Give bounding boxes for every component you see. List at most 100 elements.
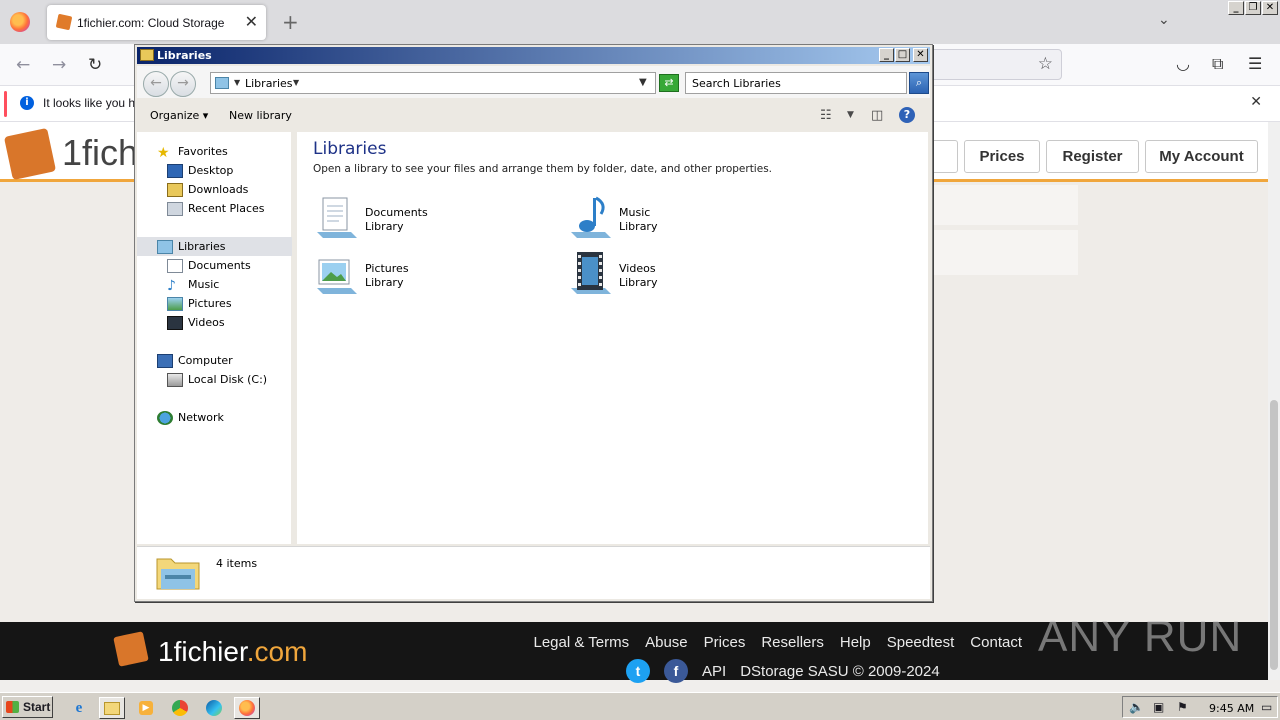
preview-pane-icon[interactable]: ◫ [871, 108, 883, 123]
library-videos[interactable]: Videos Library [567, 250, 767, 302]
media-player-icon: ▶ [139, 701, 153, 715]
network-tray-icon[interactable]: ▣ [1153, 700, 1164, 714]
window-title: Libraries [157, 49, 212, 62]
start-button[interactable]: Start [2, 696, 53, 718]
content-pane: Libraries Open a library to see your fil… [297, 132, 928, 544]
nav-pictures[interactable]: Pictures [167, 294, 232, 313]
internet-explorer-icon: e [75, 699, 83, 716]
nav-computer[interactable]: Computer [157, 351, 233, 370]
footer-link-api[interactable]: API [702, 663, 726, 680]
address-history-dropdown-icon[interactable]: ▼ [639, 77, 647, 88]
nav-videos[interactable]: Videos [167, 313, 225, 332]
my-account-button[interactable]: My Account [1145, 140, 1258, 173]
footer-link-contact[interactable]: Contact [970, 634, 1022, 651]
footer-link-help[interactable]: Help [840, 634, 871, 651]
header-partial-button[interactable] [930, 140, 958, 173]
volume-icon[interactable]: 🔈 [1129, 700, 1144, 714]
browser-tab-bar: 1fichier.com: Cloud Storage ✕ + ⌄ _ ❐ ✕ [0, 0, 1280, 44]
library-music[interactable]: Music Library [567, 194, 767, 246]
nav-music[interactable]: ♪ Music [167, 275, 219, 294]
show-desktop-icon[interactable]: ▭ [1261, 700, 1272, 714]
explorer-back-button[interactable]: ← [143, 71, 169, 97]
search-placeholder: Search Libraries [692, 77, 781, 90]
taskbar-media-player-button[interactable]: ▶ [133, 697, 159, 719]
browser-close-button[interactable]: ✕ [1262, 1, 1278, 15]
library-type: Library [365, 276, 404, 289]
nav-local-disk[interactable]: Local Disk (C:) [167, 370, 267, 389]
notification-text: It looks like you ha [43, 96, 142, 110]
pocket-icon[interactable]: ◡ [1176, 54, 1190, 73]
nav-label: Recent Places [188, 202, 265, 215]
facebook-icon[interactable]: f [664, 659, 688, 683]
bookmark-star-icon[interactable]: ☆ [1038, 54, 1053, 74]
library-type: Library [619, 220, 658, 233]
menu-hamburger-icon[interactable]: ☰ [1248, 54, 1262, 73]
site-logo-text[interactable]: 1fich [62, 132, 138, 174]
nav-desktop[interactable]: Desktop [167, 161, 233, 180]
new-tab-icon[interactable]: + [282, 10, 299, 34]
help-icon[interactable]: ? [899, 107, 915, 123]
search-button[interactable]: ⌕ [909, 72, 929, 94]
page-scrollbar-thumb[interactable] [1270, 400, 1278, 670]
libraries-folder-large-icon [156, 558, 200, 590]
nav-label: Pictures [188, 297, 232, 310]
content-panel [930, 230, 1078, 275]
footer-logo-main: 1fichier [158, 636, 247, 667]
address-breadcrumb[interactable]: Libraries [245, 77, 293, 90]
address-bar[interactable]: ▼ Libraries ▼ ▼ [210, 72, 656, 94]
browser-minimize-button[interactable]: _ [1228, 1, 1244, 15]
site-favicon-icon [55, 13, 73, 31]
view-options-dropdown-icon[interactable]: ▼ [847, 110, 854, 120]
extensions-icon[interactable]: ⧉ [1212, 54, 1223, 74]
change-view-icon[interactable]: ☷ [820, 108, 832, 123]
nav-network[interactable]: Network [157, 408, 224, 427]
window-minimize-button[interactable]: _ [879, 48, 894, 62]
back-arrow-icon[interactable]: ← [16, 55, 30, 75]
taskbar-chrome-button[interactable] [167, 697, 193, 719]
footer-link-speedtest[interactable]: Speedtest [887, 634, 955, 651]
action-center-flag-icon[interactable]: ⚑ [1177, 700, 1188, 714]
register-button[interactable]: Register [1046, 140, 1139, 173]
footer-link-abuse[interactable]: Abuse [645, 634, 688, 651]
explorer-forward-button[interactable]: → [170, 71, 196, 97]
footer-link-legal[interactable]: Legal & Terms [534, 634, 630, 651]
nav-favorites[interactable]: ★ Favorites [157, 142, 228, 161]
site-logo-icon[interactable] [3, 127, 57, 181]
nav-libraries[interactable]: Libraries [137, 237, 292, 256]
taskbar-ie-button[interactable]: e [66, 697, 92, 719]
browser-restore-button[interactable]: ❐ [1245, 1, 1261, 15]
reload-icon[interactable]: ↻ [88, 55, 102, 75]
prices-button[interactable]: Prices [964, 140, 1040, 173]
browser-tab-active[interactable]: 1fichier.com: Cloud Storage ✕ [47, 5, 266, 40]
footer-link-prices[interactable]: Prices [704, 634, 746, 651]
library-documents[interactable]: Documents Library [313, 194, 513, 246]
search-input[interactable]: Search Libraries [685, 72, 907, 94]
taskbar-explorer-button[interactable] [99, 697, 125, 719]
new-library-button[interactable]: New library [229, 109, 292, 122]
url-bar[interactable]: ☆ [930, 49, 1062, 80]
computer-icon [157, 353, 173, 368]
nav-label: Network [178, 411, 224, 424]
refresh-button[interactable]: ⇄ [659, 74, 679, 92]
breadcrumb-chevron-icon[interactable]: ▼ [234, 78, 240, 87]
tab-close-icon[interactable]: ✕ [245, 12, 258, 31]
taskbar-firefox-button[interactable] [234, 697, 260, 719]
window-maximize-button[interactable]: □ [895, 48, 910, 62]
firefox-logo-icon[interactable] [10, 12, 30, 32]
twitter-icon[interactable]: t [626, 659, 650, 683]
window-title-bar[interactable]: Libraries _ □ ✕ [137, 47, 930, 64]
notification-close-icon[interactable]: ✕ [1250, 94, 1262, 110]
nav-downloads[interactable]: Downloads [167, 180, 248, 199]
breadcrumb-dropdown-icon[interactable]: ▼ [293, 78, 299, 87]
library-pictures[interactable]: Pictures Library [313, 250, 513, 302]
libraries-icon [157, 239, 173, 254]
nav-recent-places[interactable]: Recent Places [167, 199, 265, 218]
window-close-button[interactable]: ✕ [913, 48, 928, 62]
forward-arrow-icon[interactable]: → [52, 55, 66, 75]
footer-link-resellers[interactable]: Resellers [761, 634, 824, 651]
organize-button[interactable]: Organize ▾ [150, 109, 208, 122]
nav-documents[interactable]: Documents [167, 256, 251, 275]
clock[interactable]: 9:45 AM [1209, 702, 1254, 715]
tab-list-chevron-icon[interactable]: ⌄ [1158, 12, 1170, 28]
taskbar-edge-button[interactable] [201, 697, 227, 719]
